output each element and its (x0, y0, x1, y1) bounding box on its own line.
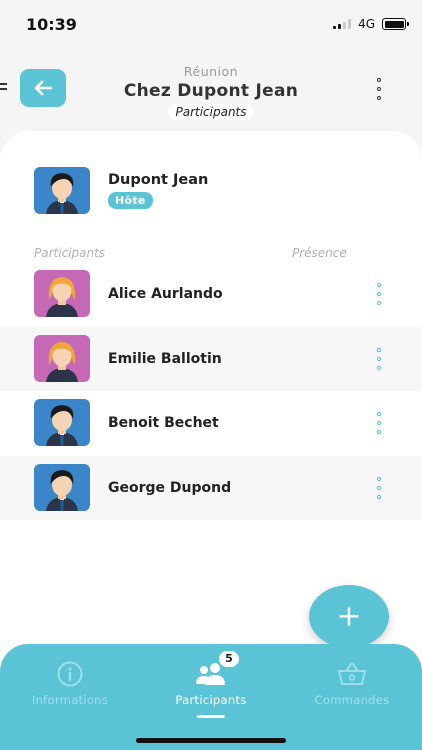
status-icons: 4G (333, 17, 409, 31)
participant-name: Benoit Bechet (108, 415, 219, 431)
participant-name: Alice Aurlando (108, 286, 223, 302)
male-avatar (34, 399, 90, 446)
home-indicator (136, 738, 286, 743)
list-item[interactable]: Emilie Ballotin (0, 326, 422, 391)
column-header-presence: Présence (292, 246, 347, 260)
basket-icon-wrap (282, 660, 422, 688)
active-tab-indicator (197, 715, 225, 718)
tab-label: Informations (31, 693, 109, 707)
header-subtitle: Réunion (183, 64, 239, 79)
status-time: 10:39 (26, 15, 77, 34)
tab-participants[interactable]: 5 Participants (141, 651, 281, 718)
participant-name: Emilie Ballotin (108, 350, 222, 367)
plus-icon: + (336, 599, 362, 634)
back-button[interactable] (20, 69, 66, 107)
participant-menu-button[interactable] (372, 347, 386, 370)
male-avatar (34, 167, 90, 214)
header: Réunion Chez Dupont Jean Participants (90, 64, 332, 120)
male-avatar (34, 463, 90, 511)
host-name: Dupont Jean (108, 172, 209, 188)
participant-menu-button[interactable] (372, 412, 386, 434)
tab-informations[interactable]: Informations (0, 660, 140, 707)
header-tag: Participants (168, 104, 254, 120)
tab-label: Participants (175, 693, 247, 707)
female-avatar (34, 270, 90, 317)
participant-menu-button[interactable] (372, 476, 386, 499)
host-row: Dupont Jean Hôte (0, 167, 422, 215)
info-icon (57, 661, 83, 687)
status-bar: 10:39 4G (0, 0, 422, 48)
signal-icon (333, 19, 352, 29)
participant-name: George Dupond (108, 479, 232, 496)
tab-label: Commandes (314, 693, 390, 707)
tab-commandes[interactable]: Commandes (282, 660, 422, 707)
tab-bar: Informations 5 Participants Commandes (0, 644, 422, 750)
add-participant-button[interactable]: + (309, 585, 389, 648)
group-icon-wrap: 5 (141, 651, 281, 688)
arrow-left-icon (34, 80, 53, 96)
battery-icon (382, 18, 409, 30)
menu-icon[interactable] (0, 83, 7, 91)
more-options-button[interactable] (372, 78, 386, 100)
list-item[interactable]: George Dupond (0, 455, 422, 520)
list-item[interactable]: Benoit Bechet (0, 391, 422, 456)
network-label: 4G (358, 17, 375, 31)
list-item[interactable]: Alice Aurlando (0, 262, 422, 327)
info-icon-wrap (0, 660, 140, 688)
participants-list: Alice Aurlando Emilie Ballotin Benoit Be… (0, 262, 422, 520)
column-header-participants: Participants (34, 246, 106, 260)
host-badge: Hôte (108, 192, 153, 209)
participants-count-badge: 5 (219, 651, 239, 667)
female-avatar (34, 334, 90, 382)
participant-menu-button[interactable] (372, 283, 386, 305)
basket-icon (338, 663, 366, 685)
page-title: Chez Dupont Jean (123, 81, 299, 101)
